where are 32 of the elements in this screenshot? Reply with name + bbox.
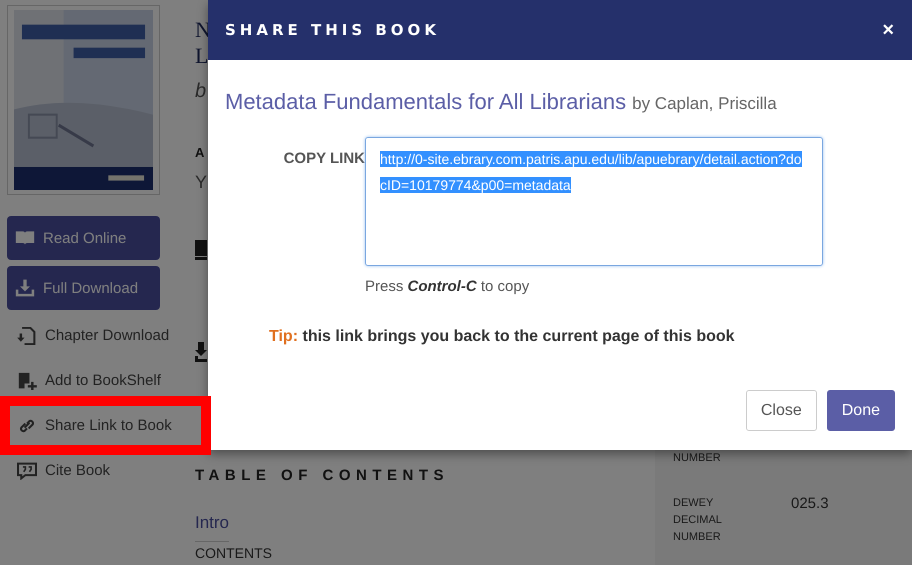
toc-entry[interactable]: Intro	[195, 503, 230, 542]
action-button[interactable]: Read Online	[7, 216, 160, 260]
document-download-icon	[17, 326, 37, 344]
book-title: L	[195, 43, 208, 69]
book-title: Metadata Fundamentals for All Librarians	[225, 89, 626, 115]
copy-hint: Press Control-C to copy	[365, 278, 530, 295]
link-field[interactable]: http://0-site.ebrary.com.patris.apu.edu/lib/apuebrary/detail.action?docID=10179774&p00=metadata	[365, 137, 823, 266]
book-add-icon	[17, 372, 37, 390]
detail-label: DEWEY DECIMAL NUMBER	[673, 496, 722, 545]
speech-bubble-icon	[17, 462, 37, 480]
close-button[interactable]: Close	[746, 390, 817, 431]
download-icon	[15, 279, 35, 297]
toc-entry[interactable]: CONTENTS	[195, 542, 272, 565]
download-icon	[195, 342, 207, 362]
byline: b	[195, 80, 206, 103]
field-label: COPY LINK	[282, 149, 365, 169]
detail-label: NUMBER	[673, 451, 722, 466]
action-link[interactable]: Add to BookShelf	[7, 361, 192, 400]
action-button[interactable]: Full Download	[7, 266, 160, 310]
close-button[interactable]: ×	[882, 18, 894, 42]
detail-value: 025.3	[791, 495, 829, 514]
tip-label: Tip:	[269, 328, 298, 345]
action-link[interactable]: Chapter Download	[7, 316, 192, 355]
done-button[interactable]: Done	[826, 390, 895, 431]
author: by Caplan, Priscilla	[632, 94, 777, 114]
section-heading: TABLE OF CONTENTS	[195, 467, 450, 484]
action-link[interactable]: Cite Book	[7, 451, 192, 490]
action-link[interactable]: Share Link to Book	[10, 406, 201, 445]
tip-text: this link brings you back to the current page of this book	[302, 328, 735, 345]
dialog-title: SHARE THIS BOOK	[225, 21, 440, 39]
field-value: Y	[195, 172, 208, 193]
field-label: A	[195, 145, 204, 160]
